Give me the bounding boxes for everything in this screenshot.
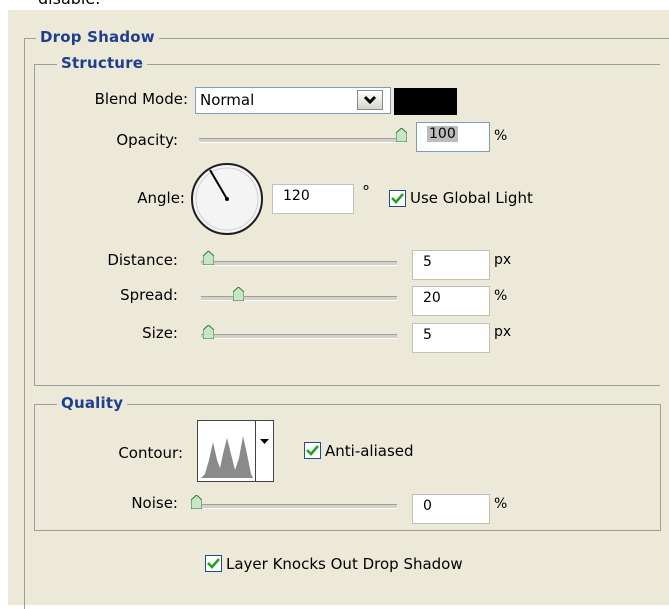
size-label: Size: <box>142 324 178 342</box>
angle-dial[interactable] <box>189 161 265 237</box>
blend-mode-dropdown-button[interactable] <box>357 90 383 110</box>
drop-shadow-legend: Drop Shadow <box>36 28 159 46</box>
angle-input[interactable]: 120 <box>272 184 354 214</box>
checkmark-icon <box>306 445 319 456</box>
chevron-down-icon <box>260 439 269 444</box>
structure-legend: Structure <box>57 54 148 72</box>
spread-slider-thumb[interactable] <box>233 287 244 301</box>
distance-slider-thumb[interactable] <box>203 251 214 265</box>
angle-value: 120 <box>283 188 310 204</box>
blend-mode-label: Blend Mode: <box>94 90 188 108</box>
noise-slider-track[interactable] <box>191 504 397 509</box>
blend-mode-value: Normal <box>200 91 255 109</box>
size-unit: px <box>494 324 512 340</box>
size-input[interactable]: 5 <box>412 323 490 353</box>
top-text-fragment: disable. <box>38 0 100 8</box>
noise-label: Noise: <box>131 494 178 512</box>
spread-label: Spread: <box>120 286 178 304</box>
opacity-slider-track[interactable] <box>199 138 404 143</box>
layer-style-panel: Drop Shadow Structure Blend Mode: Normal… <box>8 10 669 609</box>
contour-label: Contour: <box>118 444 183 462</box>
distance-label: Distance: <box>107 251 178 269</box>
layer-knocks-out-checkbox[interactable] <box>205 555 222 572</box>
use-global-light-checkbox[interactable] <box>389 190 406 207</box>
shadow-color-swatch[interactable] <box>394 88 457 115</box>
distance-value: 5 <box>423 254 432 270</box>
opacity-value: 100 <box>427 126 458 142</box>
opacity-slider-thumb[interactable] <box>396 128 407 142</box>
anti-aliased-checkbox[interactable] <box>304 442 321 459</box>
spread-input[interactable]: 20 <box>412 286 490 316</box>
layer-knocks-out-label: Layer Knocks Out Drop Shadow <box>226 555 463 573</box>
size-value: 5 <box>423 327 432 343</box>
opacity-input[interactable]: 100 <box>416 122 490 152</box>
noise-value: 0 <box>423 498 432 514</box>
use-global-light-label: Use Global Light <box>410 189 533 207</box>
distance-unit: px <box>494 252 512 268</box>
angle-degree-unit: ° <box>362 182 370 201</box>
noise-input[interactable]: 0 <box>412 494 490 524</box>
angle-label: Angle: <box>137 189 185 207</box>
contour-dropdown-button[interactable] <box>255 421 273 481</box>
anti-aliased-label: Anti-aliased <box>325 442 414 460</box>
noise-slider-thumb[interactable] <box>191 495 202 509</box>
distance-slider-track[interactable] <box>201 261 397 266</box>
noise-unit: % <box>494 496 508 512</box>
size-slider-track[interactable] <box>201 334 397 339</box>
size-slider-thumb[interactable] <box>203 325 214 339</box>
spread-unit: % <box>494 288 508 304</box>
quality-legend: Quality <box>57 394 128 412</box>
distance-input[interactable]: 5 <box>412 250 490 280</box>
contour-preview-icon <box>201 436 253 478</box>
checkmark-icon <box>207 558 220 569</box>
spread-slider-track[interactable] <box>201 296 397 301</box>
opacity-unit: % <box>494 128 508 144</box>
spread-value: 20 <box>423 290 441 306</box>
contour-picker[interactable] <box>197 420 274 482</box>
checkmark-icon <box>391 193 404 204</box>
opacity-label: Opacity: <box>116 131 178 149</box>
chevron-down-icon <box>363 95 377 105</box>
